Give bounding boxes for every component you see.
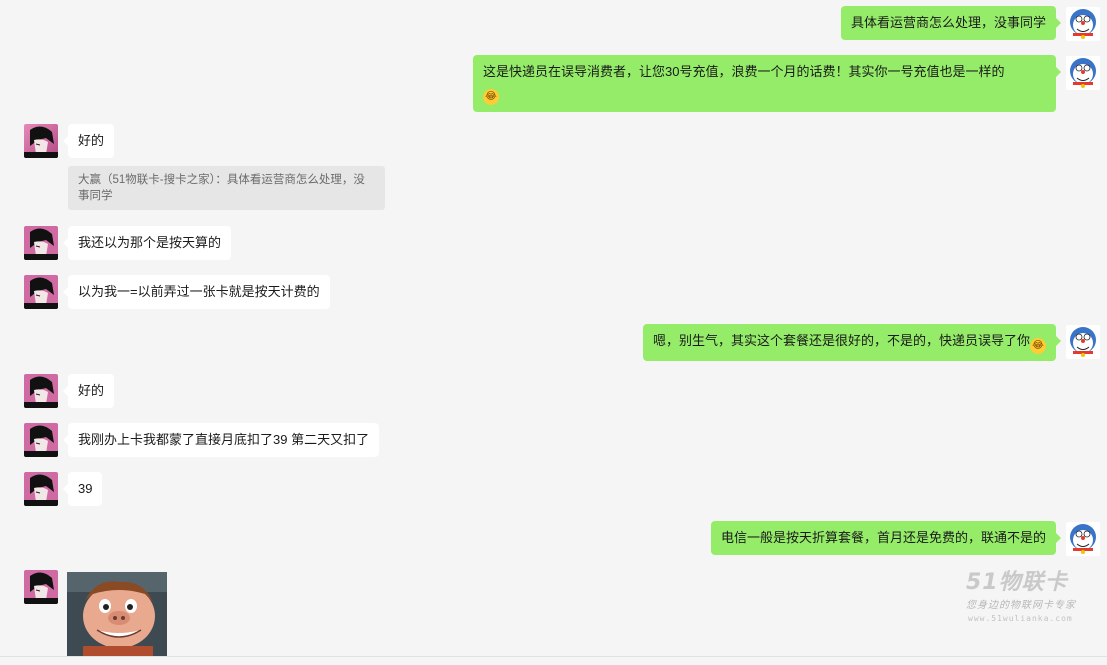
anime-boy-avatar-icon <box>24 374 58 408</box>
message-incoming[interactable]: 好的 <box>62 124 115 158</box>
watermark-slogan: 您身边的物联网卡专家 <box>966 600 1076 611</box>
message-outgoing[interactable]: 具体看运营商怎么处理，没事同学 <box>840 6 1062 40</box>
quoted-text: 大赢（51物联卡-搜卡之家）：具体看运营商怎么处理，没事同学 <box>78 174 365 202</box>
avatar-contact[interactable] <box>24 275 58 309</box>
pig-sticker-icon <box>67 572 167 656</box>
avatar-self[interactable] <box>1066 7 1100 41</box>
message-text: 我刚办上卡我都蒙了直接月底扣了39 第二天又扣了 <box>78 432 370 447</box>
watermark-logo: 51物联卡 您身边的物联网卡专家 www.51wulianka.com <box>960 562 1100 628</box>
anime-boy-avatar-icon <box>24 423 58 457</box>
avatar-self[interactable] <box>1066 522 1100 556</box>
watermark-url: www.51wulianka.com <box>968 614 1073 623</box>
avatar-contact[interactable] <box>24 472 58 506</box>
message-incoming[interactable]: 我还以为那个是按天算的 <box>62 226 232 260</box>
laugh-cry-emoji-icon: 😂 <box>1030 338 1046 354</box>
message-outgoing[interactable]: 这是快递员在误导消费者，让您30号充值，浪费一个月的话费！其实你一号充值也是一样… <box>473 55 1061 112</box>
anime-boy-avatar-icon <box>24 472 58 506</box>
message-text: 嗯，别生气，其实这个套餐还是很好的，不是的，快递员误导了你 <box>652 333 1030 348</box>
avatar-contact[interactable] <box>24 423 58 457</box>
avatar-self[interactable] <box>1066 56 1100 90</box>
avatar-contact[interactable] <box>24 570 58 604</box>
message-text: 具体看运营商怎么处理，没事同学 <box>850 15 1046 30</box>
message-text: 这是快递员在误导消费者，让您30号充值，浪费一个月的话费！其实你一号充值也是一样… <box>483 64 1005 79</box>
message-text: 好的 <box>78 383 105 398</box>
message-outgoing[interactable]: 电信一般是按天折算套餐，首月还是免费的，联通不是的 <box>710 521 1062 555</box>
robot-cat-avatar-icon <box>1066 7 1100 41</box>
robot-cat-avatar-icon <box>1066 325 1100 359</box>
anime-boy-avatar-icon <box>24 570 58 604</box>
anime-boy-avatar-icon <box>24 226 58 260</box>
avatar-contact[interactable] <box>24 124 58 158</box>
robot-cat-avatar-icon <box>1066 522 1100 556</box>
divider <box>0 656 1107 657</box>
watermark-brand: 51物联卡 <box>966 570 1068 595</box>
message-text: 电信一般是按天折算套餐，首月还是免费的，联通不是的 <box>720 530 1046 545</box>
avatar-self[interactable] <box>1066 325 1100 359</box>
robot-cat-avatar-icon <box>1066 56 1100 90</box>
laugh-cry-emoji-icon: 😂 <box>483 89 499 105</box>
message-text: 我还以为那个是按天算的 <box>78 235 222 250</box>
message-text: 39 <box>78 481 93 496</box>
anime-boy-avatar-icon <box>24 275 58 309</box>
chat-window: 具体看运营商怎么处理，没事同学 这是快递员在误导消费者，让您30号充值，浪费一个… <box>0 0 1107 665</box>
message-outgoing[interactable]: 嗯，别生气，其实这个套餐还是很好的，不是的，快递员误导了你 😂 <box>642 324 1062 361</box>
message-incoming[interactable]: 以为我一=以前弄过一张卡就是按天计费的 <box>63 275 330 309</box>
message-incoming[interactable]: 好的 <box>62 374 115 408</box>
message-text: 好的 <box>78 133 105 148</box>
message-incoming[interactable]: 39 <box>62 472 103 506</box>
sticker-image[interactable] <box>67 572 167 656</box>
message-text: 以为我一=以前弄过一张卡就是按天计费的 <box>78 284 320 299</box>
quoted-message[interactable]: 大赢（51物联卡-搜卡之家）：具体看运营商怎么处理，没事同学 <box>68 166 385 210</box>
message-incoming[interactable]: 我刚办上卡我都蒙了直接月底扣了39 第二天又扣了 <box>62 423 380 457</box>
anime-boy-avatar-icon <box>24 124 58 158</box>
avatar-contact[interactable] <box>24 374 58 408</box>
avatar-contact[interactable] <box>24 226 58 260</box>
